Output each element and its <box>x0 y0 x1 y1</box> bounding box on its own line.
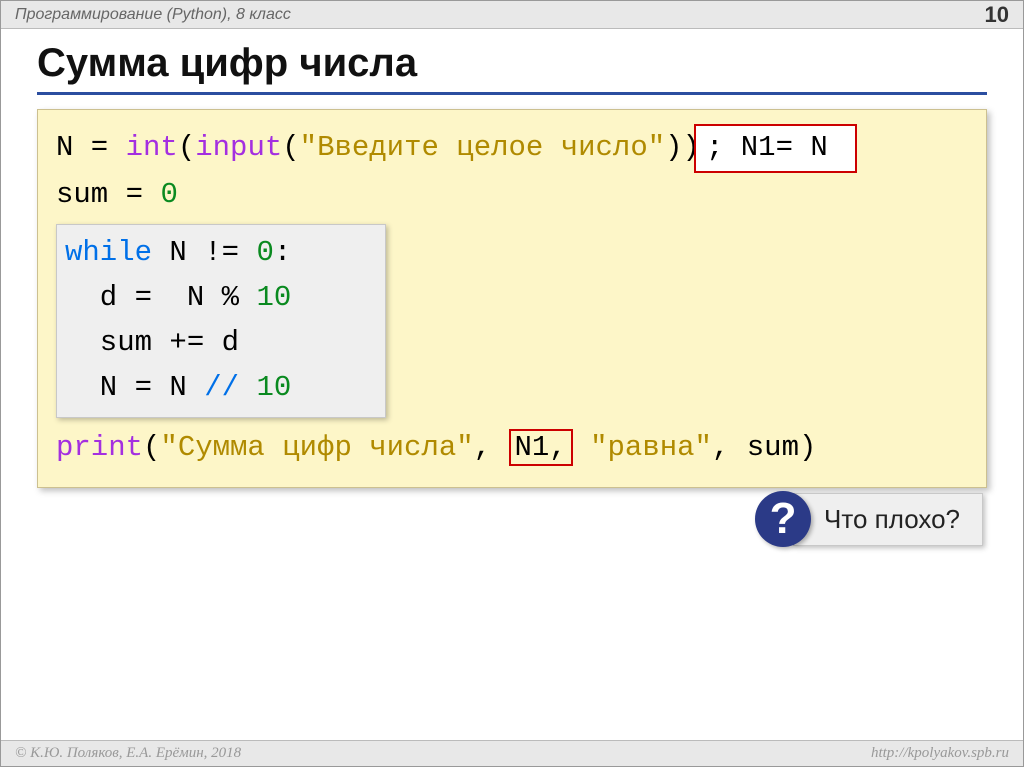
course-label: Программирование (Python), 8 класс <box>15 6 291 24</box>
loop-line-2: d = N % 10 <box>65 276 373 321</box>
code-line-2: sum = 0 <box>56 173 968 218</box>
loop-line-4: N = N // 10 <box>65 366 373 411</box>
question-text: Что плохо? <box>793 493 983 546</box>
copyright: © К.Ю. Поляков, Е.А. Ерёмин, 2018 <box>15 745 241 762</box>
code-line-1: N = int(input("Введите целое число")); N… <box>56 124 968 173</box>
loop-box: while N != 0: d = N % 10 sum += d N = N … <box>56 224 386 418</box>
footer-bar: © К.Ю. Поляков, Е.А. Ерёмин, 2018 http:/… <box>1 740 1023 766</box>
question-icon: ? <box>755 491 811 547</box>
slide: Программирование (Python), 8 класс 10 Су… <box>0 0 1024 767</box>
slide-title: Сумма цифр числа <box>37 41 987 95</box>
code-block: N = int(input("Введите целое число")); N… <box>37 109 987 488</box>
header-bar: Программирование (Python), 8 класс 10 <box>1 1 1023 29</box>
loop-line-3: sum += d <box>65 321 373 366</box>
n1-annotation-box: ; N1= N <box>694 124 857 173</box>
content: Сумма цифр числа N = int(input("Введите … <box>1 29 1023 488</box>
page-number: 10 <box>985 2 1009 28</box>
question-callout: ? Что плохо? <box>755 491 983 547</box>
code-line-print: print("Сумма цифр числа", N1, "равна", s… <box>56 426 968 471</box>
n1-inline-box: N1, <box>509 429 573 466</box>
loop-line-1: while N != 0: <box>65 231 373 276</box>
footer-url: http://kpolyakov.spb.ru <box>871 745 1009 762</box>
